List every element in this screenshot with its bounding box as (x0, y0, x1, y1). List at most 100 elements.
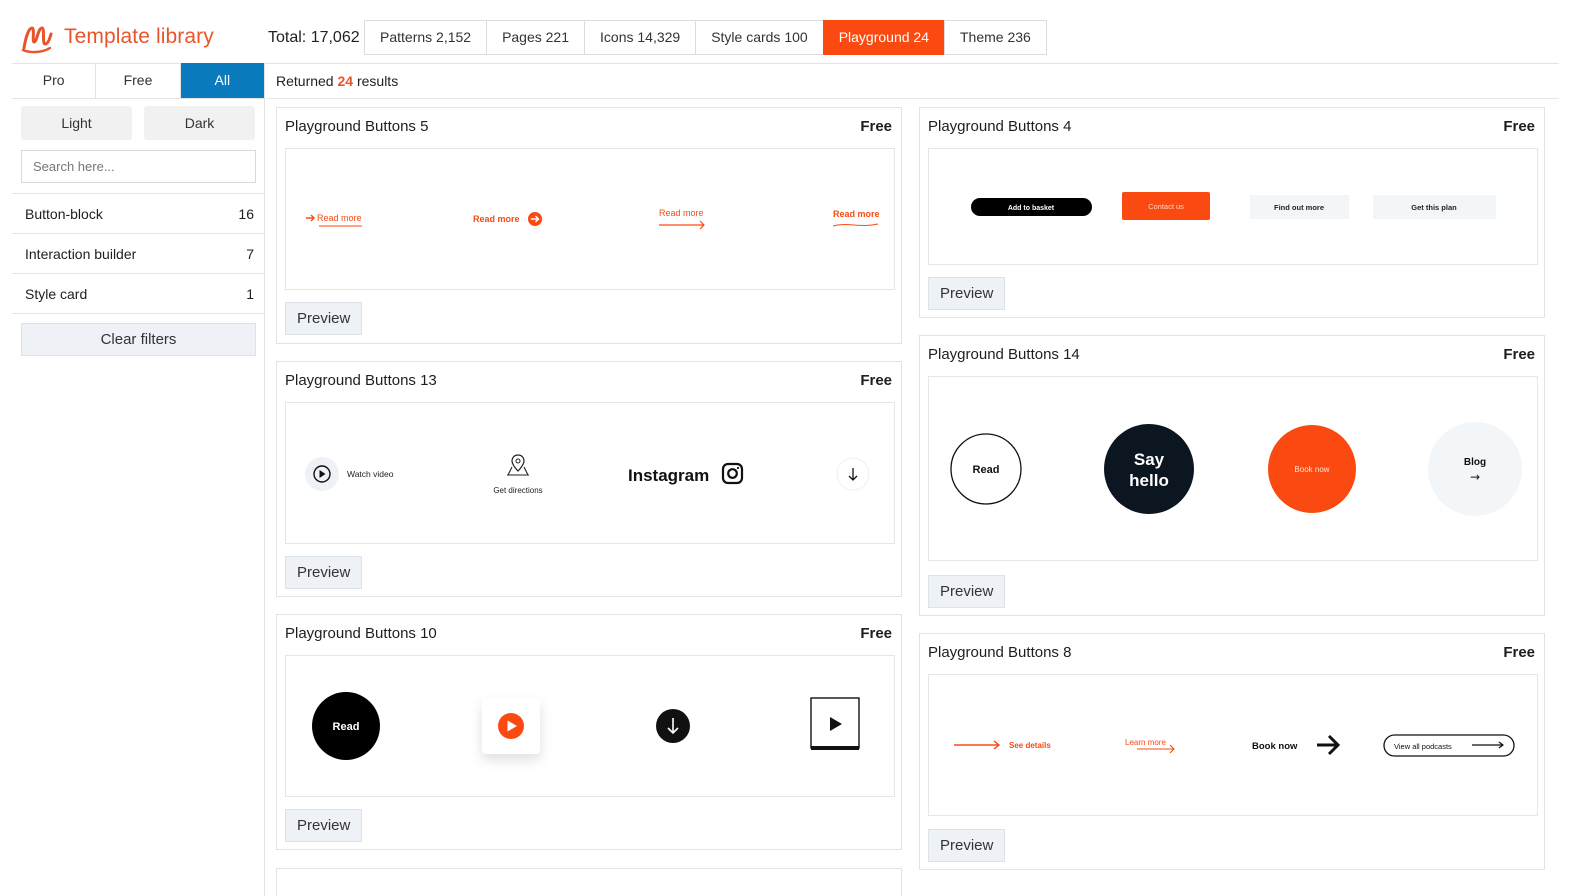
search-input[interactable] (21, 150, 256, 183)
preview-button[interactable]: Preview (928, 277, 1006, 310)
see-details-link: See details (1009, 741, 1051, 750)
arrow-down-icon (656, 709, 690, 743)
play-icon (810, 697, 860, 750)
tab-theme[interactable]: Theme 236 (943, 20, 1047, 55)
results-divider (266, 98, 1559, 99)
template-card: Playground Buttons 10 Free Read Preview (276, 614, 902, 850)
play-icon (498, 713, 524, 739)
clear-filters-button[interactable]: Clear filters (21, 323, 256, 356)
free-badge: Free (860, 372, 892, 389)
read-more-link: Read more (473, 214, 520, 224)
free-badge: Free (860, 118, 892, 135)
card-thumbnail[interactable]: Read more Read more Read more Read more (285, 148, 895, 290)
arrow-right-icon (954, 740, 1001, 750)
button-label: Read (333, 721, 360, 733)
instagram-label: Instagram (628, 466, 709, 485)
total-count: Total: 17,062 (268, 29, 360, 46)
button-label: hello (1129, 471, 1169, 490)
filter-count: 1 (246, 286, 254, 302)
template-card-partial (276, 868, 902, 896)
learn-more-link: Learn more (1125, 738, 1166, 747)
header: Template library Total: 17,062 Patterns … (0, 0, 1575, 64)
thumbnail-preview: Add to basket Contact us Find out more G… (971, 192, 1496, 220)
results-suffix: results (356, 73, 399, 89)
card-thumbnail[interactable]: Read Say hello Book now Blog → (928, 376, 1538, 561)
plan-tab-free[interactable]: Free (96, 63, 181, 98)
plan-tabs: Pro Free All (12, 63, 264, 99)
card-title[interactable]: Playground Buttons 14 (928, 346, 1080, 363)
theme-light-button[interactable]: Light (21, 106, 132, 140)
watch-video-label: Watch video (347, 469, 394, 479)
category-tabs: Patterns 2,152 Pages 221 Icons 14,329 St… (364, 20, 1047, 55)
filter-label: Style card (25, 286, 88, 302)
preview-button[interactable]: Preview (285, 556, 363, 589)
button-label: Say (1134, 450, 1165, 469)
thumbnail-preview: Watch video Get directions Instagram (305, 454, 870, 495)
thumbnail-preview: Read (312, 692, 860, 760)
thumbnail-preview: Read more Read more Read more Read more (306, 208, 880, 230)
instagram-icon (721, 462, 744, 485)
preview-button[interactable]: Preview (285, 302, 363, 335)
button-label: Add to basket (1008, 205, 1055, 212)
card-title[interactable]: Playground Buttons 5 (285, 118, 428, 135)
results-count: 24 (337, 73, 354, 89)
brand-title[interactable]: Template library (64, 25, 214, 49)
card-thumbnail[interactable]: See details Learn more Book now View all… (928, 674, 1538, 816)
button-label: Contact us (1148, 202, 1184, 211)
read-more-link: Read more (317, 213, 362, 223)
free-badge: Free (860, 625, 892, 642)
filter-list: Button-block 16 Interaction builder 7 St… (12, 193, 264, 314)
map-pin-icon (507, 454, 529, 476)
tab-playground[interactable]: Playground 24 (822, 20, 945, 55)
card-thumbnail[interactable]: Watch video Get directions Instagram (285, 402, 895, 544)
thumbnail-preview: See details Learn more Book now View all… (954, 734, 1515, 757)
tab-icons[interactable]: Icons 14,329 (584, 20, 697, 55)
card-title[interactable]: Playground Buttons 13 (285, 372, 437, 389)
plan-tab-all[interactable]: All (180, 63, 264, 98)
template-card: Playground Buttons 5 Free Read more Read… (276, 107, 902, 344)
filter-count: 7 (246, 246, 254, 262)
card-thumbnail[interactable]: Add to basket Contact us Find out more G… (928, 148, 1538, 265)
button-label: Blog (1464, 457, 1486, 468)
filter-label: Interaction builder (25, 246, 137, 262)
button-label: Find out more (1274, 203, 1324, 212)
arrow-right-icon (1317, 734, 1341, 756)
read-more-link: Read more (833, 209, 880, 219)
filter-item-interaction-builder[interactable]: Interaction builder 7 (12, 234, 264, 274)
card-title[interactable]: Playground Buttons 4 (928, 118, 1071, 135)
results-prefix: Returned (276, 73, 334, 89)
filter-item-style-card[interactable]: Style card 1 (12, 274, 264, 314)
theme-dark-button[interactable]: Dark (144, 106, 255, 140)
blog-circle-button-preview (1428, 422, 1522, 516)
say-hello-circle-button-preview (1104, 424, 1194, 514)
tab-style-cards[interactable]: Style cards 100 (695, 20, 824, 55)
thumbnail-preview: Read Say hello Book now Blog → (950, 422, 1522, 516)
filter-item-button-block[interactable]: Button-block 16 (12, 194, 264, 234)
preview-button[interactable]: Preview (928, 829, 1006, 862)
card-thumbnail[interactable]: Read (285, 655, 895, 797)
read-more-link: Read more (659, 208, 704, 218)
card-title[interactable]: Playground Buttons 8 (928, 644, 1071, 661)
logo-icon[interactable] (20, 22, 54, 54)
book-now-link: Book now (1252, 741, 1298, 752)
arrow-right-icon (306, 214, 315, 222)
template-card: Playground Buttons 8 Free See details Le… (919, 633, 1545, 870)
button-label: View all podcasts (1394, 742, 1452, 751)
tab-patterns[interactable]: Patterns 2,152 (364, 20, 488, 55)
template-card: Playground Buttons 13 Free Watch video G… (276, 361, 902, 597)
preview-button[interactable]: Preview (928, 575, 1006, 608)
filter-label: Button-block (25, 206, 103, 222)
results-summary: Returned 24 results (276, 73, 398, 89)
plan-tab-pro[interactable]: Pro (12, 63, 97, 98)
theme-toggle: Light Dark (12, 99, 264, 140)
preview-button[interactable]: Preview (285, 809, 363, 842)
get-directions-label: Get directions (493, 486, 542, 495)
button-label: Book now (1294, 465, 1329, 474)
template-card: Playground Buttons 4 Free Add to basket … (919, 107, 1545, 318)
button-label: Read (973, 464, 1000, 476)
sidebar: Pro Free All Light Dark Button-block 16 … (12, 63, 265, 896)
button-label: Get this plan (1411, 203, 1457, 212)
tab-pages[interactable]: Pages 221 (486, 20, 586, 55)
card-title[interactable]: Playground Buttons 10 (285, 625, 437, 642)
arrow-right-icon: → (1470, 470, 1480, 484)
